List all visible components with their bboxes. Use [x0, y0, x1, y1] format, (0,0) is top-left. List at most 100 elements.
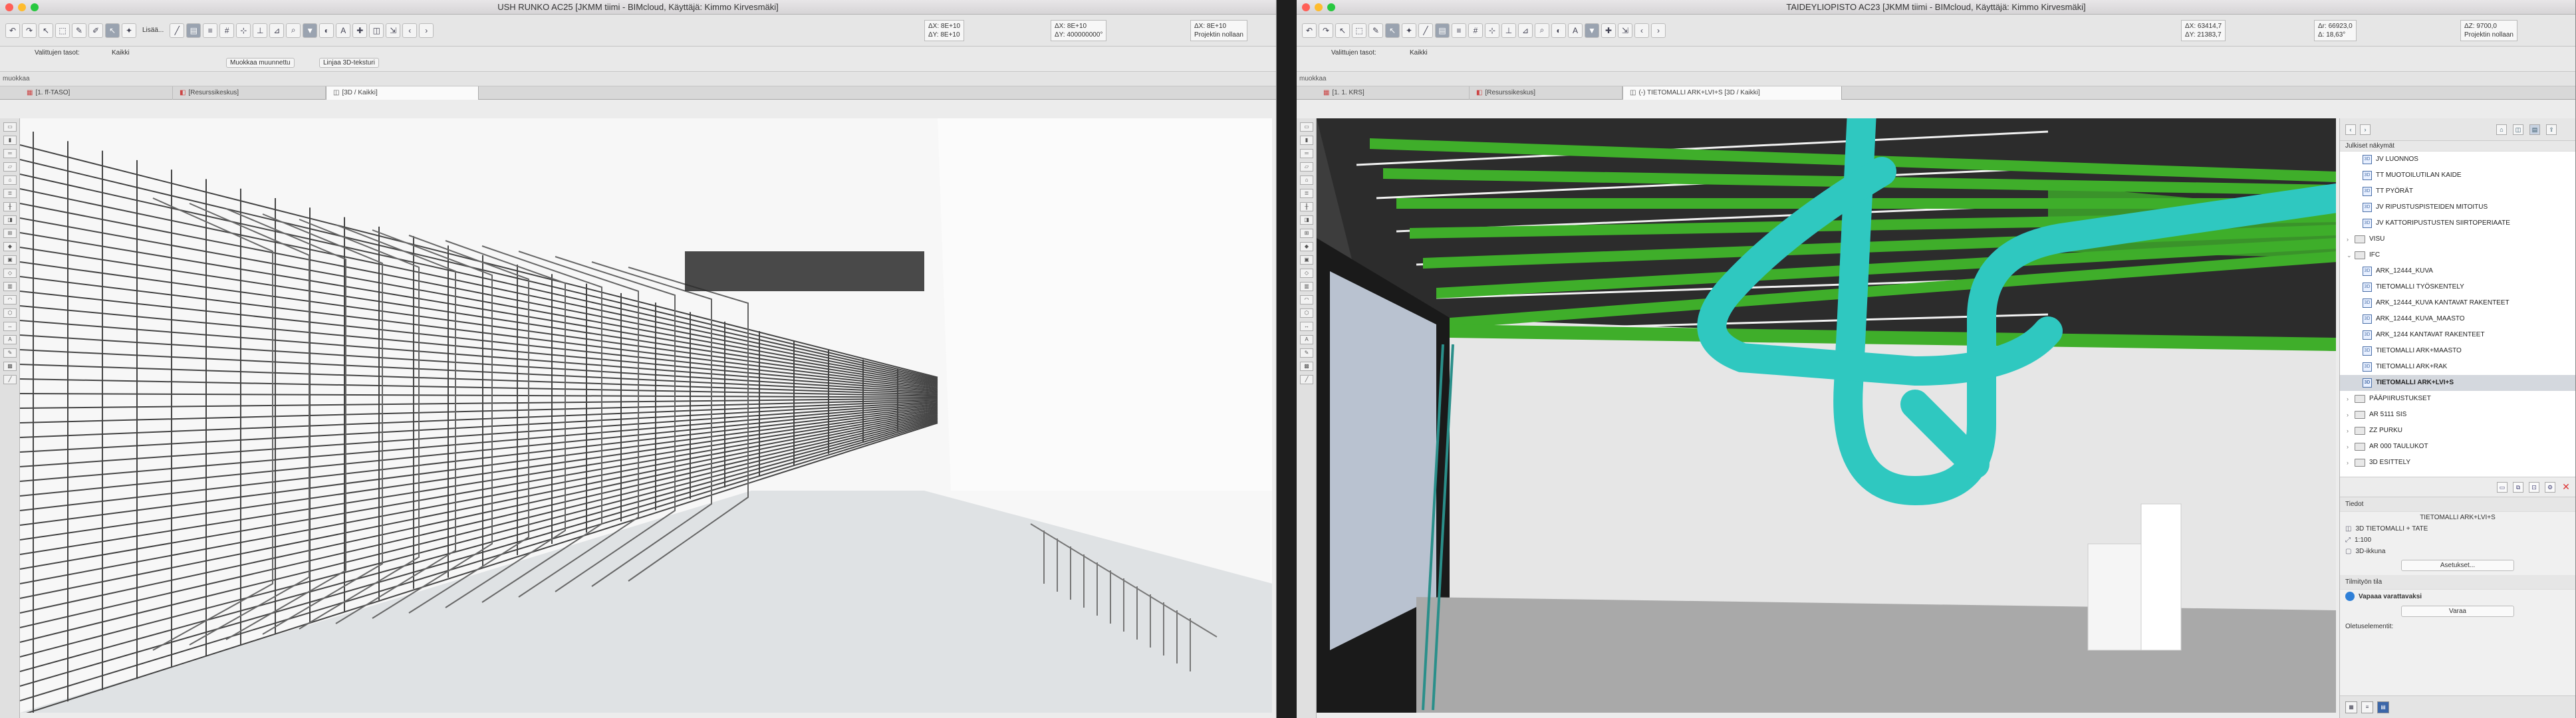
- roof-tool-icon[interactable]: ⌂: [1300, 176, 1313, 185]
- tab-resource-center[interactable]: ◧ [Resurssikeskus]: [1470, 86, 1622, 100]
- zone-tool-icon[interactable]: ▣: [1300, 255, 1313, 265]
- column-tool-icon[interactable]: ▮: [3, 136, 17, 145]
- grid-icon[interactable]: #: [219, 23, 235, 38]
- slab-tool-icon[interactable]: ▱: [1300, 162, 1313, 172]
- door-tool-icon[interactable]: ◨: [3, 215, 17, 225]
- snap-icon[interactable]: ⊹: [1485, 23, 1499, 38]
- chevron-down-icon[interactable]: ⌄: [2347, 247, 2355, 263]
- label-tool-icon[interactable]: ✎: [3, 348, 17, 358]
- modify-dropdown[interactable]: Muokkaa muunnettu: [226, 58, 295, 68]
- tab-floor-plan[interactable]: ▦ [1. ff-TASO]: [20, 86, 173, 100]
- object-tool-icon[interactable]: ◆: [3, 242, 17, 251]
- 3d-viewport-framing[interactable]: [20, 118, 1272, 713]
- tree-item[interactable]: 3D TT MUOTOILUTILAN KAIDE: [2340, 168, 2575, 183]
- minimize-window-button[interactable]: [18, 3, 26, 11]
- text-tool-icon[interactable]: A: [1300, 335, 1313, 344]
- measure-icon[interactable]: ⊿: [1518, 23, 1533, 38]
- tree-item[interactable]: ⌄ IFC: [2340, 247, 2575, 263]
- roof-tool-icon[interactable]: ⌂: [3, 176, 17, 185]
- undo-icon[interactable]: ↶: [5, 23, 20, 38]
- delete-icon[interactable]: ✕: [2561, 482, 2571, 493]
- label-tool-icon[interactable]: ✎: [1300, 348, 1313, 358]
- tree-item[interactable]: 3D TIETOMALLI ARK+LVI+S: [2340, 375, 2575, 391]
- stair-tool-icon[interactable]: ≣: [3, 189, 17, 198]
- list-view-icon[interactable]: ≡: [2361, 701, 2373, 713]
- dimension-tool-icon[interactable]: ↔: [1300, 322, 1313, 331]
- beam-tool-icon[interactable]: ═: [3, 149, 17, 158]
- tree-item[interactable]: › VISU: [2340, 231, 2575, 247]
- railing-tool-icon[interactable]: ╫: [3, 202, 17, 211]
- tree-item[interactable]: 3D JV RIPUSTUSPISTEIDEN MITOITUS: [2340, 199, 2575, 215]
- chevron-right-icon[interactable]: ›: [2347, 439, 2355, 455]
- syringe-icon[interactable]: ✐: [88, 23, 103, 38]
- line-tool-icon[interactable]: ╱: [1418, 23, 1433, 38]
- shell-tool-icon[interactable]: ◠: [3, 295, 17, 304]
- tree-item[interactable]: › AR 000 TAULUKOT: [2340, 439, 2575, 455]
- reserve-button[interactable]: Varaa: [2401, 606, 2514, 617]
- clone-folder-icon[interactable]: ⧉: [2513, 481, 2523, 493]
- gravity-icon[interactable]: ▼: [1585, 23, 1599, 38]
- marquee-tool-icon[interactable]: ⬚: [55, 23, 70, 38]
- settings-icon[interactable]: ⚙: [2545, 481, 2555, 493]
- eyedropper-icon[interactable]: ✎: [1368, 23, 1383, 38]
- stair-tool-icon[interactable]: ≣: [1300, 189, 1313, 198]
- prev-icon[interactable]: ‹: [402, 23, 418, 38]
- tree-item[interactable]: › ZZ PURKU: [2340, 423, 2575, 439]
- arrow-tool-icon[interactable]: ↖: [39, 23, 53, 38]
- hotspot-icon[interactable]: ✚: [352, 23, 368, 38]
- mep-3d-render[interactable]: [1317, 118, 2336, 713]
- chevron-right-icon[interactable]: ›: [2347, 407, 2355, 423]
- tree-item[interactable]: 3D ARK_12444_KUVA KANTAVAT RAKENTEET: [2340, 295, 2575, 311]
- line-tool-icon[interactable]: ╱: [3, 375, 17, 384]
- publisher-icon[interactable]: ⇪: [2546, 124, 2557, 135]
- slab-tool-icon[interactable]: ▱: [3, 162, 17, 172]
- guide-icon[interactable]: ⊥: [253, 23, 268, 38]
- tree-item[interactable]: › AR 5111 SIS: [2340, 407, 2575, 423]
- cursor-snap-icon[interactable]: ◫: [369, 23, 384, 38]
- 3d-viewport-mep[interactable]: [1317, 118, 2336, 713]
- prev-icon[interactable]: ‹: [1634, 23, 1649, 38]
- wall-tool-icon[interactable]: ▭: [3, 122, 17, 132]
- grid-icon[interactable]: #: [1468, 23, 1483, 38]
- close-window-button[interactable]: [5, 3, 13, 11]
- grid-view-icon[interactable]: ▦: [2345, 701, 2357, 713]
- new-folder-icon[interactable]: ▭: [2497, 481, 2508, 493]
- eyedropper-icon[interactable]: ✎: [72, 23, 86, 38]
- zoom-icon[interactable]: ⌕: [1535, 23, 1549, 38]
- text-tool-icon[interactable]: A: [3, 335, 17, 344]
- hotspot-icon[interactable]: ✚: [1601, 23, 1616, 38]
- curtain-wall-tool-icon[interactable]: ▥: [3, 282, 17, 291]
- layers-value[interactable]: Kaikki: [1410, 49, 1428, 57]
- layout-book-icon[interactable]: ▤: [2529, 124, 2540, 135]
- lines-dropdown[interactable]: Linjaa 3D-teksturi: [319, 58, 379, 68]
- tree-item[interactable]: › 3D ESITTELY: [2340, 455, 2575, 471]
- view-mode-icon[interactable]: ▤: [186, 23, 201, 38]
- snap-icon[interactable]: ⊹: [236, 23, 251, 38]
- line-tool-icon[interactable]: ╱: [170, 23, 185, 38]
- magic-wand-icon[interactable]: ✦: [122, 23, 136, 38]
- tree-item[interactable]: 3D TIETOMALLI TYÖSKENTELY: [2340, 279, 2575, 295]
- wall-tool-icon[interactable]: ▭: [1300, 122, 1313, 132]
- layers-value[interactable]: Kaikki: [112, 49, 130, 57]
- mesh-tool-icon[interactable]: ◇: [1300, 269, 1313, 278]
- trace-icon[interactable]: ◐: [1551, 23, 1566, 38]
- minimize-window-button[interactable]: [1315, 3, 1323, 11]
- beam-tool-icon[interactable]: ═: [1300, 149, 1313, 158]
- zone-tool-icon[interactable]: ▣: [3, 255, 17, 265]
- tab-3d[interactable]: ◫ (-) TIETOMALLI ARK+LVI+S [3D / Kaikki]: [1622, 86, 1842, 100]
- redo-icon[interactable]: ↷: [22, 23, 37, 38]
- chevron-right-icon[interactable]: ›: [2347, 455, 2355, 471]
- projection-origin-label[interactable]: Projektin nollaan: [2464, 31, 2513, 39]
- tree-item[interactable]: 3D ARK_12444_KUVA_MAASTO: [2340, 311, 2575, 327]
- chevron-right-icon[interactable]: ›: [2347, 231, 2355, 247]
- magic-wand-icon[interactable]: ✦: [1402, 23, 1416, 38]
- railing-tool-icon[interactable]: ╫: [1300, 202, 1313, 211]
- forward-icon[interactable]: ›: [2360, 124, 2371, 135]
- settings-button[interactable]: Asetukset...: [2401, 560, 2514, 571]
- zoom-icon[interactable]: ⌕: [286, 23, 301, 38]
- fill-tool-icon[interactable]: ▩: [3, 362, 17, 371]
- next-icon[interactable]: ›: [419, 23, 434, 38]
- insert-menu[interactable]: Lisää...: [142, 27, 164, 34]
- morph-tool-icon[interactable]: ⬡: [1300, 308, 1313, 318]
- object-tool-icon[interactable]: ◆: [1300, 242, 1313, 251]
